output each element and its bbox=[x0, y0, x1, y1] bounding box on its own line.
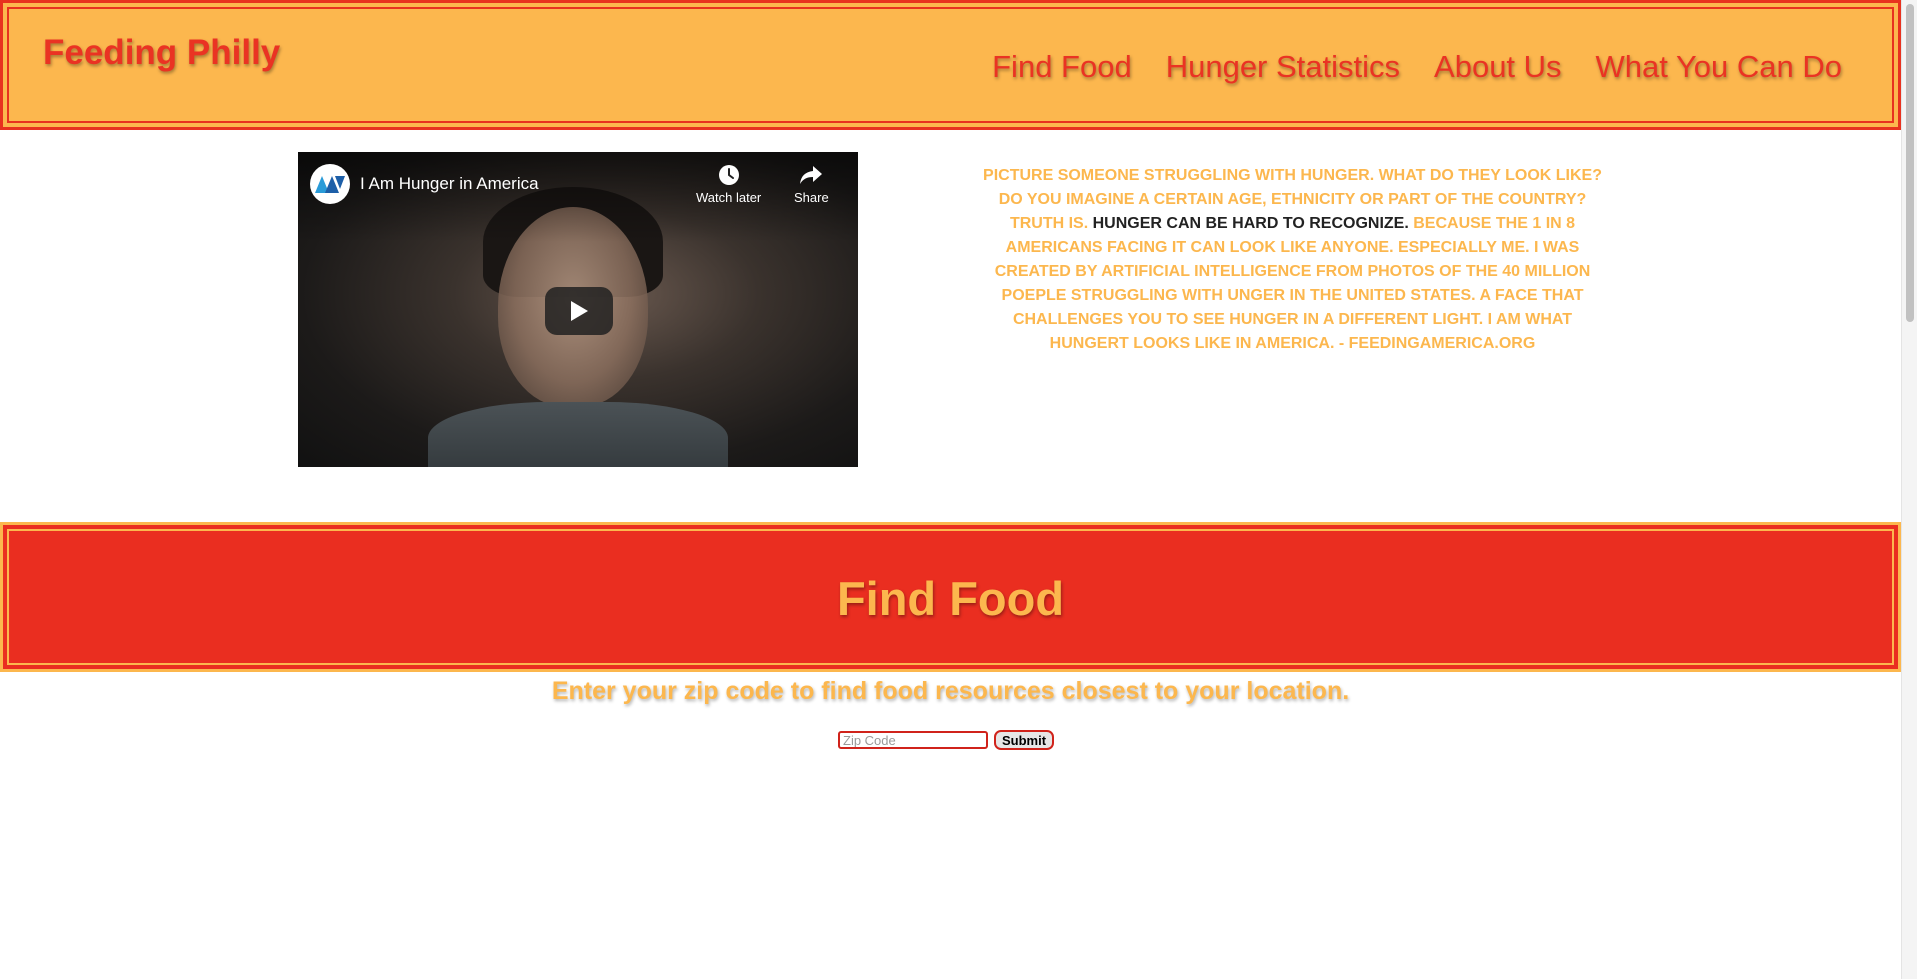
share-label: Share bbox=[794, 190, 829, 205]
play-icon bbox=[571, 301, 588, 321]
video-title[interactable]: I Am Hunger in America bbox=[360, 174, 539, 194]
hunger-quote: Picture someone struggling with hunger. … bbox=[975, 164, 1610, 356]
find-food-instructions: Enter your zip code to find food resourc… bbox=[551, 677, 1350, 705]
window-scrollbar-thumb[interactable] bbox=[1906, 4, 1914, 322]
nav-hunger-statistics[interactable]: Hunger Statistics bbox=[1166, 49, 1400, 85]
video-thumbnail-scarf bbox=[428, 402, 728, 467]
submit-button[interactable]: Submit bbox=[994, 730, 1055, 750]
nav-find-food[interactable]: Find Food bbox=[992, 49, 1132, 85]
multivu-logo-icon bbox=[315, 176, 345, 193]
watch-later-label: Watch later bbox=[696, 190, 762, 205]
quote-body: Because the 1 in 8 Americans facing it c… bbox=[994, 215, 1591, 352]
video-embed[interactable]: I Am Hunger in America Watch later Share bbox=[298, 152, 858, 467]
window-scrollbar[interactable] bbox=[1901, 0, 1917, 979]
zip-code-input[interactable] bbox=[838, 731, 988, 749]
find-food-heading: Find Food bbox=[836, 572, 1065, 625]
nav-what-you-can-do[interactable]: What You Can Do bbox=[1596, 49, 1842, 85]
play-button[interactable] bbox=[545, 287, 613, 335]
clock-icon bbox=[718, 165, 739, 185]
find-food-banner: Find Food bbox=[0, 522, 1901, 672]
quote-highlight: Hunger can be hard to recognize. bbox=[1092, 215, 1409, 232]
site-header: Feeding Philly Find Food Hunger Statisti… bbox=[0, 0, 1901, 130]
main-nav: Find Food Hunger Statistics About Us Wha… bbox=[992, 49, 1842, 85]
watch-later-button[interactable]: Watch later bbox=[696, 164, 761, 205]
page: Feeding Philly Find Food Hunger Statisti… bbox=[0, 0, 1901, 979]
channel-avatar[interactable] bbox=[310, 164, 350, 204]
share-arrow-icon bbox=[800, 166, 823, 184]
zip-search-form: Submit bbox=[838, 730, 1055, 750]
brand-logo-text[interactable]: Feeding Philly bbox=[43, 33, 280, 73]
nav-about-us[interactable]: About Us bbox=[1434, 49, 1562, 85]
share-button[interactable]: Share bbox=[794, 164, 829, 205]
video-top-gradient bbox=[298, 152, 858, 242]
